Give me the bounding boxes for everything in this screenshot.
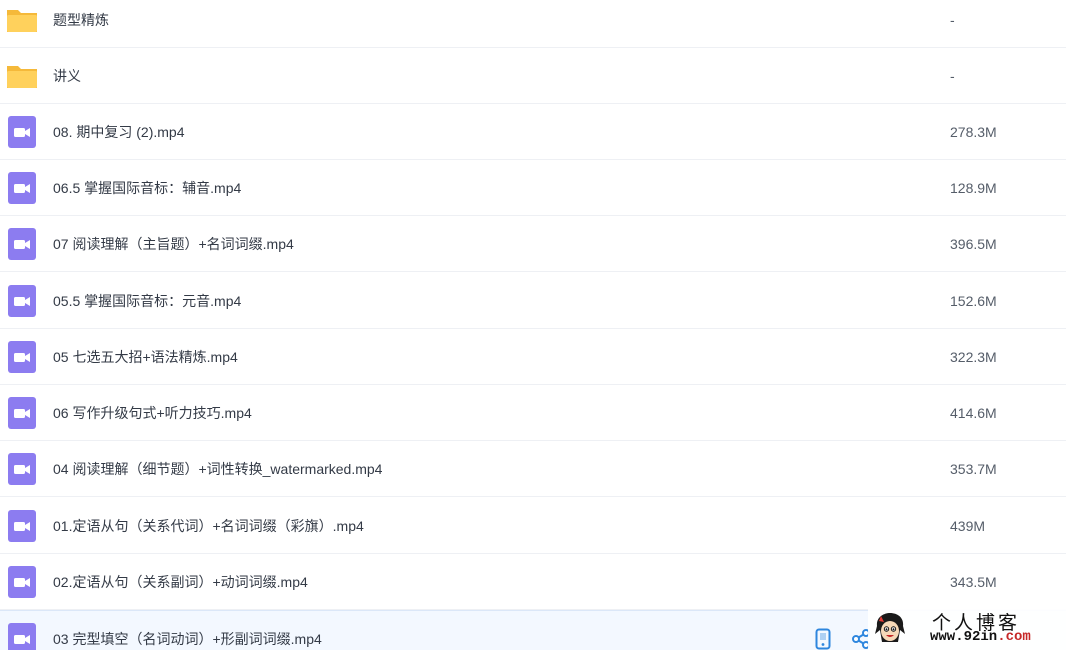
cartoon-face-icon — [874, 612, 906, 650]
file-row-video[interactable]: 08. 期中复习 (2).mp4 278.3M — [0, 104, 1066, 160]
folder-icon — [6, 6, 38, 34]
video-file-icon — [6, 172, 38, 204]
file-row-video[interactable]: 07 阅读理解（主旨题）+名词词缀.mp4 396.5M — [0, 216, 1066, 272]
file-size: - — [950, 12, 955, 28]
file-name[interactable]: 题型精炼 — [53, 0, 109, 48]
file-size: 278.3M — [950, 124, 997, 140]
watermark-url: www.92in.com — [930, 629, 1031, 645]
file-row-video[interactable]: 04 阅读理解（细节题）+词性转换_watermarked.mp4 353.7M — [0, 441, 1066, 497]
file-size: 343.5M — [950, 574, 997, 590]
folder-icon — [6, 62, 38, 90]
file-size: 152.6M — [950, 293, 997, 309]
file-name[interactable]: 03 完型填空（名词动词）+形副词词缀.mp4 — [53, 611, 322, 650]
video-file-icon — [6, 510, 38, 542]
file-list: 题型精炼 - 讲义 - 08. 期中复习 (2).mp4 278.3M 06.5… — [0, 0, 1066, 650]
file-size: 322.3M — [950, 349, 997, 365]
file-name[interactable]: 04 阅读理解（细节题）+词性转换_watermarked.mp4 — [53, 441, 382, 497]
file-size: 353.7M — [950, 461, 997, 477]
video-file-icon — [6, 566, 38, 598]
row-actions — [812, 627, 872, 650]
file-name[interactable]: 02.定语从句（关系副词）+动词词缀.mp4 — [53, 554, 308, 610]
video-file-icon — [6, 228, 38, 260]
file-size: 414.6M — [950, 405, 997, 421]
video-file-icon — [6, 397, 38, 429]
video-file-icon — [6, 623, 38, 650]
watermark-url-tld: .com — [997, 629, 1031, 645]
file-row-video[interactable]: 05 七选五大招+语法精炼.mp4 322.3M — [0, 329, 1066, 385]
file-name[interactable]: 07 阅读理解（主旨题）+名词词缀.mp4 — [53, 216, 294, 272]
video-file-icon — [6, 453, 38, 485]
file-name[interactable]: 06 写作升级句式+听力技巧.mp4 — [53, 385, 252, 441]
file-name[interactable]: 讲义 — [53, 48, 81, 104]
file-row-video[interactable]: 06.5 掌握国际音标：辅音.mp4 128.9M — [0, 160, 1066, 216]
video-file-icon — [6, 285, 38, 317]
phone-icon[interactable] — [812, 627, 834, 650]
file-name[interactable]: 05 七选五大招+语法精炼.mp4 — [53, 329, 238, 385]
file-row-video[interactable]: 02.定语从句（关系副词）+动词词缀.mp4 343.5M — [0, 554, 1066, 610]
file-size: 396.5M — [950, 236, 997, 252]
file-row-folder[interactable]: 题型精炼 - — [0, 0, 1066, 48]
file-size: - — [950, 68, 955, 84]
file-row-video[interactable]: 06 写作升级句式+听力技巧.mp4 414.6M — [0, 385, 1066, 441]
file-size: 128.9M — [950, 180, 997, 196]
file-row-folder[interactable]: 讲义 - — [0, 48, 1066, 104]
file-name[interactable]: 05.5 掌握国际音标：元音.mp4 — [53, 273, 241, 329]
video-file-icon — [6, 116, 38, 148]
file-name[interactable]: 01.定语从句（关系代词）+名词词缀（彩旗）.mp4 — [53, 498, 364, 554]
file-row-video[interactable]: 01.定语从句（关系代词）+名词词缀（彩旗）.mp4 439M — [0, 498, 1066, 554]
watermark-url-main: www.92in — [930, 629, 998, 645]
file-name[interactable]: 08. 期中复习 (2).mp4 — [53, 104, 184, 160]
file-size: 439M — [950, 518, 986, 534]
video-file-icon — [6, 341, 38, 373]
watermark: 个人博客 www.92in.com — [868, 608, 1066, 650]
file-row-video[interactable]: 05.5 掌握国际音标：元音.mp4 152.6M — [0, 273, 1066, 329]
file-name[interactable]: 06.5 掌握国际音标：辅音.mp4 — [53, 160, 241, 216]
